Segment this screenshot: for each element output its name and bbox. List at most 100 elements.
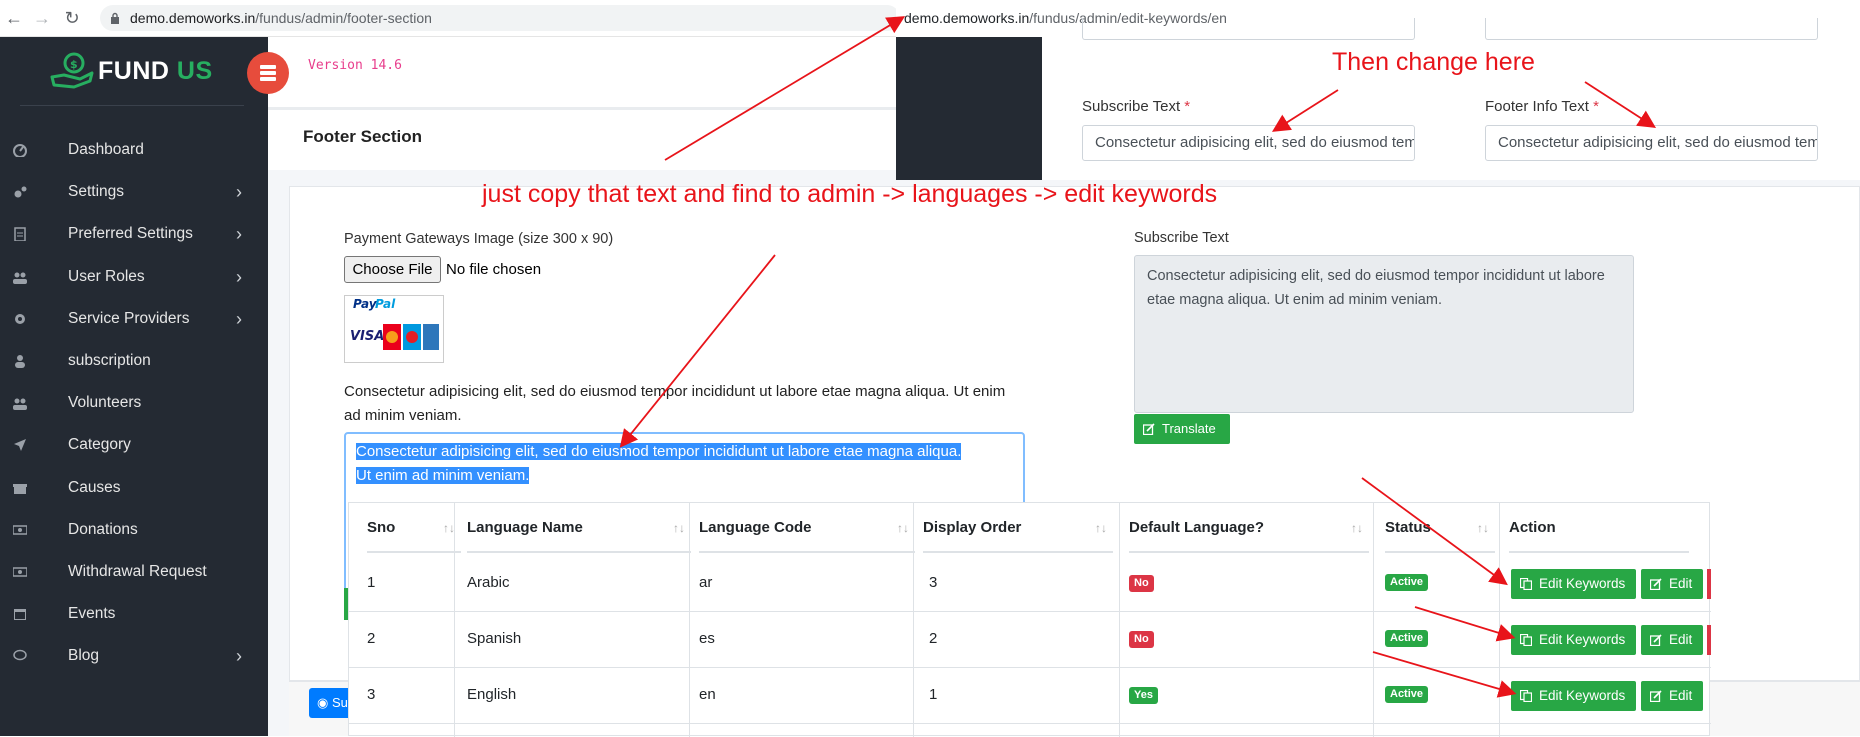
row-divider xyxy=(349,723,1711,724)
sidebar-item-donations[interactable]: Donations xyxy=(0,510,268,550)
sidebar-divider xyxy=(20,105,244,106)
edit-keywords-label: Edit Keywords xyxy=(1539,632,1626,647)
header-default-language[interactable]: Default Language? ↑↓ xyxy=(1129,503,1369,553)
header-default-language-label: Default Language? xyxy=(1129,519,1265,536)
sidebar-item-volunteers[interactable]: Volunteers xyxy=(0,383,268,423)
sidebar-item-settings[interactable]: Settings › xyxy=(0,172,268,212)
header-language-code[interactable]: Language Code ↑↓ xyxy=(699,503,915,553)
language-icon xyxy=(1520,690,1532,702)
cell-sno: 1 xyxy=(367,574,376,591)
sort-icon[interactable]: ↑↓ xyxy=(1095,503,1107,553)
no-file-text: No file chosen xyxy=(446,261,542,278)
submit-label: Su xyxy=(331,695,348,710)
languages-table: Sno ↑↓ Language Name ↑↓ Language Code ↑↓ Di… xyxy=(348,502,1711,737)
sort-icon[interactable]: ↑↓ xyxy=(673,503,685,553)
cell-language-code: es xyxy=(699,630,715,647)
header-language-name[interactable]: Language Name ↑↓ xyxy=(467,503,691,553)
brand-name-part2: US xyxy=(176,57,213,85)
edit-keywords-button[interactable]: Edit Keywords xyxy=(1511,569,1636,599)
header-action-label: Action xyxy=(1509,519,1556,536)
overlay-subscribe-label: Subscribe Text * xyxy=(1082,98,1190,115)
payment-gateways-image: Pay Pal VISA xyxy=(344,295,444,363)
col-divider xyxy=(689,503,690,737)
edit-label: Edit xyxy=(1669,632,1693,647)
sort-icon[interactable]: ↑↓ xyxy=(897,503,909,553)
sidebar-item-preferred-settings[interactable]: Preferred Settings › xyxy=(0,214,268,254)
header-status-label: Status xyxy=(1385,519,1431,536)
overlay-footer-label-text: Footer Info Text xyxy=(1485,98,1589,115)
required-mark: * xyxy=(1593,98,1599,115)
version-label: Version 14.6 xyxy=(308,58,402,73)
address-bar[interactable]: demo.demoworks.in/fundus/admin/footer-se… xyxy=(100,5,900,31)
forward-icon[interactable]: → xyxy=(32,8,52,28)
col-divider xyxy=(1373,503,1374,737)
overlay-subscribe-input[interactable]: Consectetur adipisicing elit, sed do eiu… xyxy=(1082,125,1415,161)
edit-button[interactable]: Edit xyxy=(1641,569,1703,599)
sidebar-item-dashboard[interactable]: Dashboard xyxy=(0,130,268,170)
header-status[interactable]: Status ↑↓ xyxy=(1385,503,1495,553)
header-sno[interactable]: Sno ↑↓ xyxy=(367,503,461,553)
choose-file-button[interactable]: Choose File xyxy=(344,256,441,283)
subscribe-text-textarea[interactable]: Consectetur adipisicing elit, sed do eiu… xyxy=(1134,255,1634,413)
edit-icon xyxy=(1650,578,1662,590)
header-display-order-label: Display Order xyxy=(923,519,1022,536)
server-icon xyxy=(260,65,276,81)
previous-input-a[interactable] xyxy=(1082,18,1415,40)
url-host: demo.demoworks.in xyxy=(130,10,256,26)
sort-icon[interactable]: ↑↓ xyxy=(1477,503,1489,553)
url-path: /fundus/admin/footer-section xyxy=(255,10,432,26)
delete-button-edge[interactable] xyxy=(1707,625,1711,655)
file-icon xyxy=(14,227,26,242)
footer-info-paragraph: Consectetur adipisicing elit, sed do eiu… xyxy=(344,383,1006,424)
previous-input-b[interactable] xyxy=(1485,18,1818,40)
sidebar-item-label: Blog xyxy=(68,647,100,665)
gear-icon xyxy=(15,313,25,324)
sidebar-item-withdrawal-request[interactable]: Withdrawal Request xyxy=(0,552,268,592)
sidebar-item-causes[interactable]: Causes xyxy=(0,468,268,508)
sidebar-item-blog[interactable]: Blog › xyxy=(0,636,268,676)
edit-keywords-label: Edit Keywords xyxy=(1539,688,1626,703)
row-divider xyxy=(349,667,1711,668)
sidebar-item-label: Volunteers xyxy=(68,394,142,412)
edit-button[interactable]: Edit xyxy=(1641,625,1703,655)
users-icon xyxy=(13,398,27,411)
cell-language-code: en xyxy=(699,686,716,703)
edit-keywords-sidebar xyxy=(896,37,1042,180)
header-display-order[interactable]: Display Order ↑↓ xyxy=(923,503,1113,553)
svg-text:VISA: VISA xyxy=(350,329,384,344)
sidebar-item-service-providers[interactable]: Service Providers › xyxy=(0,299,268,339)
edit-keywords-button[interactable]: Edit Keywords xyxy=(1511,681,1636,711)
sidebar-item-category[interactable]: Category xyxy=(0,425,268,465)
sidebar-item-user-roles[interactable]: User Roles › xyxy=(0,257,268,297)
chevron-right-icon: › xyxy=(236,224,242,245)
overlay-footer-input[interactable]: Consectetur adipisicing elit, sed do eiu… xyxy=(1485,125,1818,161)
col-divider xyxy=(913,503,914,737)
default-language-badge: No xyxy=(1129,575,1154,592)
paypal-cards-icon: Pay Pal VISA xyxy=(350,297,439,350)
cell-display-order: 3 xyxy=(929,574,938,591)
sidebar-item-label: subscription xyxy=(68,352,151,369)
sidebar-item-label: Preferred Settings xyxy=(68,225,193,243)
circle-dot-icon: ◉ xyxy=(317,695,332,710)
chevron-right-icon: › xyxy=(236,646,242,667)
sidebar-item-events[interactable]: Events xyxy=(0,594,268,634)
sidebar-toggle-button[interactable] xyxy=(247,52,289,94)
location-arrow-icon xyxy=(14,439,26,452)
sidebar-item-subscription[interactable]: subscription xyxy=(0,341,268,381)
edit-icon xyxy=(1650,690,1662,702)
brand-name-part1: FUND xyxy=(98,57,170,85)
brand-name[interactable]: FUND US xyxy=(98,57,213,86)
sidebar-item-label: Settings xyxy=(68,183,125,201)
translate-button[interactable]: Translate xyxy=(1134,414,1230,444)
reload-icon[interactable]: ↻ xyxy=(62,8,82,28)
delete-button-edge[interactable] xyxy=(1707,569,1711,599)
back-icon[interactable]: ← xyxy=(4,8,24,28)
edit-keywords-button[interactable]: Edit Keywords xyxy=(1511,625,1636,655)
gears-icon xyxy=(14,186,27,198)
sidebar-item-label: Donations xyxy=(68,520,138,538)
sort-icon[interactable]: ↑↓ xyxy=(1351,503,1363,553)
payment-gateways-label: Payment Gateways Image (size 300 x 90) xyxy=(344,231,614,247)
gift-icon xyxy=(13,483,27,494)
edit-button[interactable]: Edit xyxy=(1641,681,1703,711)
overlay-subscribe-label-text: Subscribe Text xyxy=(1082,98,1181,115)
